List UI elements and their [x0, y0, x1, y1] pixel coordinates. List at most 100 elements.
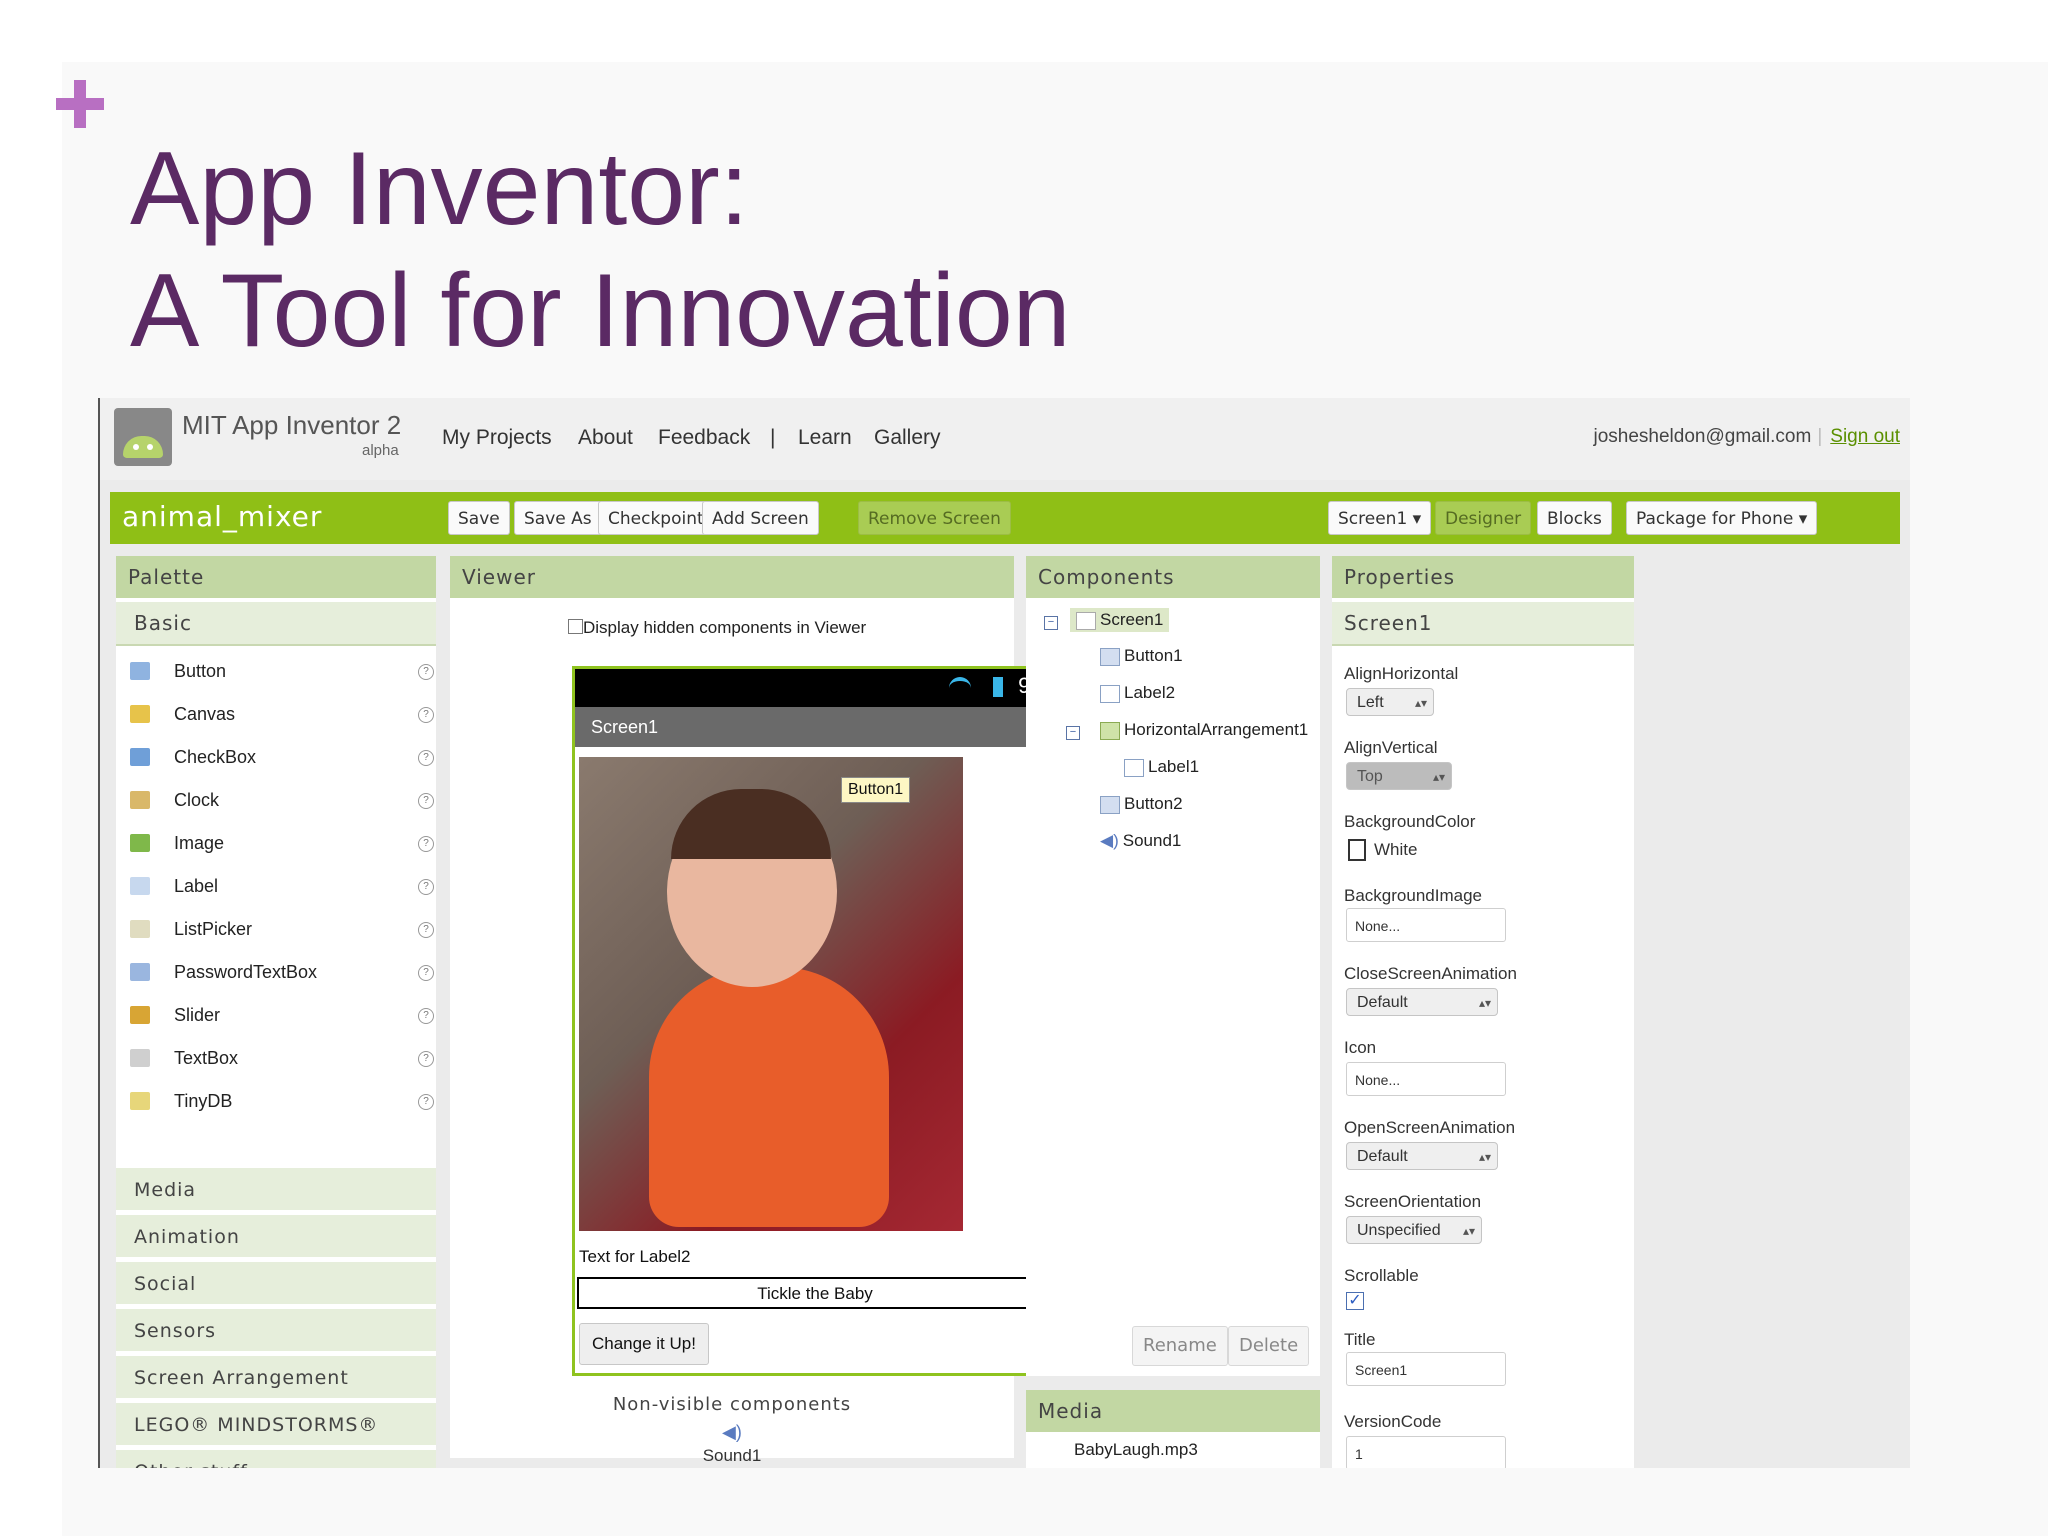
delete-button[interactable]: Delete: [1228, 1326, 1310, 1366]
slide-title: App Inventor: A Tool for Innovation: [130, 128, 1071, 372]
blocks-button[interactable]: Blocks: [1537, 501, 1612, 535]
palette-item-label: CheckBox: [174, 747, 257, 767]
display-hidden-row: Display hidden components in Viewer: [568, 618, 866, 638]
help-icon[interactable]: ?: [418, 965, 434, 981]
label-icon: [130, 877, 150, 895]
nav-gallery[interactable]: Gallery: [874, 426, 941, 450]
palette-item-slider[interactable]: Slider?: [130, 994, 434, 1036]
phone-screen-title: Screen1: [575, 707, 1073, 747]
version-code-field[interactable]: 1: [1346, 1436, 1506, 1468]
palette-item-listpicker[interactable]: ListPicker?: [130, 908, 434, 950]
designer-button[interactable]: Designer: [1435, 501, 1532, 535]
media-file-babylaugh[interactable]: BabyLaugh.mp3: [1074, 1440, 1198, 1460]
help-icon[interactable]: ?: [418, 1051, 434, 1067]
nav-my-projects[interactable]: My Projects: [442, 426, 552, 450]
background-color-value[interactable]: White: [1374, 840, 1417, 860]
scrollable-label: Scrollable: [1344, 1266, 1419, 1285]
help-icon[interactable]: ?: [418, 664, 434, 680]
palette-category-lego-mindstorms[interactable]: LEGO® MINDSTORMS®: [116, 1403, 436, 1447]
display-hidden-checkbox[interactable]: [568, 619, 583, 634]
palette-item-canvas[interactable]: Canvas?: [130, 693, 434, 735]
screen-orientation-select[interactable]: Unspecified ▴▾: [1346, 1216, 1482, 1244]
palette-item-image[interactable]: Image?: [130, 822, 434, 864]
background-color-swatch[interactable]: [1348, 839, 1366, 861]
label2-text[interactable]: Text for Label2: [579, 1247, 691, 1267]
screen-select-dropdown[interactable]: Screen1 ▾: [1328, 501, 1432, 535]
arrangement-icon: [1100, 721, 1120, 740]
tree-button1-label: Button1: [1124, 646, 1183, 665]
label-icon: [1124, 758, 1144, 777]
textbox-icon: [130, 1049, 150, 1067]
palette-header: Palette: [116, 556, 436, 598]
help-icon[interactable]: ?: [418, 1008, 434, 1024]
save-button[interactable]: Save: [448, 501, 510, 535]
nonvisible-sound1[interactable]: Sound1: [450, 1446, 1014, 1466]
palette-basic-header[interactable]: Basic: [116, 602, 436, 646]
nav-feedback[interactable]: Feedback: [658, 426, 750, 450]
properties-header: Properties: [1332, 556, 1634, 598]
help-icon[interactable]: ?: [418, 836, 434, 852]
tree-button2[interactable]: Button2: [1100, 794, 1183, 814]
help-icon[interactable]: ?: [418, 1094, 434, 1110]
open-animation-select[interactable]: Default ▴▾: [1346, 1142, 1498, 1170]
palette-category-screen-arrangement[interactable]: Screen Arrangement: [116, 1356, 436, 1400]
palette-item-passwordtextbox[interactable]: PasswordTextBox?: [130, 951, 434, 993]
close-animation-label: CloseScreenAnimation: [1344, 964, 1517, 983]
palette-category-animation[interactable]: Animation: [116, 1215, 436, 1259]
tree-sound1[interactable]: ◀) Sound1: [1100, 831, 1181, 851]
palette-category-other-stuff[interactable]: Other stuff: [116, 1450, 436, 1468]
remove-screen-button[interactable]: Remove Screen: [858, 501, 1011, 535]
add-screen-button[interactable]: Add Screen: [702, 501, 819, 535]
palette-item-label[interactable]: Label?: [130, 865, 434, 907]
top-bar: MIT App Inventor 2 alpha My Projects Abo…: [100, 398, 1910, 480]
tree-label1[interactable]: Label1: [1124, 757, 1199, 777]
palette-item-clock[interactable]: Clock?: [130, 779, 434, 821]
tree-screen1-label: Screen1: [1100, 610, 1164, 629]
tickle-baby-button[interactable]: Tickle the Baby: [577, 1277, 1053, 1309]
align-horizontal-select[interactable]: Left ▴▾: [1346, 688, 1434, 716]
collapse-arrangement-icon[interactable]: −: [1066, 726, 1080, 740]
icon-field[interactable]: None...: [1346, 1062, 1506, 1096]
rename-button[interactable]: Rename: [1132, 1326, 1228, 1366]
tree-horizontal-arrangement1[interactable]: HorizontalArrangement1: [1100, 720, 1308, 740]
help-icon[interactable]: ?: [418, 922, 434, 938]
palette-item-tinydb[interactable]: TinyDB?: [130, 1080, 434, 1122]
close-animation-select[interactable]: Default ▴▾: [1346, 988, 1498, 1016]
background-image-field[interactable]: None...: [1346, 908, 1506, 942]
checkpoint-button[interactable]: Checkpoint: [598, 501, 714, 535]
help-icon[interactable]: ?: [418, 793, 434, 809]
palette-item-textbox[interactable]: TextBox?: [130, 1037, 434, 1079]
palette-category-sensors[interactable]: Sensors: [116, 1309, 436, 1353]
palette-category-social[interactable]: Social: [116, 1262, 436, 1306]
save-as-button[interactable]: Save As: [514, 501, 602, 535]
sign-out-link[interactable]: Sign out: [1830, 426, 1900, 447]
scrollable-checkbox[interactable]: ✓: [1346, 1292, 1364, 1310]
nav-about[interactable]: About: [578, 426, 633, 450]
align-vertical-select[interactable]: Top ▴▾: [1346, 762, 1452, 790]
tree-button1[interactable]: Button1: [1100, 646, 1183, 666]
collapse-screen1-icon[interactable]: −: [1044, 616, 1058, 630]
palette-item-button[interactable]: Button?: [130, 650, 434, 692]
media-header: Media: [1026, 1390, 1320, 1432]
nav-separator: |: [770, 426, 776, 449]
listpicker-icon: [130, 920, 150, 938]
baby-body-shape: [649, 967, 889, 1227]
title-field[interactable]: Screen1: [1346, 1352, 1506, 1386]
select-arrows-icon: ▴▾: [1414, 696, 1427, 710]
tree-screen1[interactable]: Screen1: [1070, 608, 1170, 632]
nav-learn[interactable]: Learn: [798, 426, 852, 450]
palette-item-checkbox[interactable]: CheckBox?: [130, 736, 434, 778]
tree-label2[interactable]: Label2: [1100, 683, 1175, 703]
app-inventor-logo-icon[interactable]: [114, 408, 172, 466]
properties-screen-name: Screen1: [1332, 602, 1634, 646]
help-icon[interactable]: ?: [418, 750, 434, 766]
account-email: joshesheldon@gmail.com: [1593, 426, 1812, 447]
package-for-phone-dropdown[interactable]: Package for Phone ▾: [1626, 501, 1818, 535]
help-icon[interactable]: ?: [418, 879, 434, 895]
slider-icon: [130, 1006, 150, 1024]
button1-baby-image[interactable]: Button1: [579, 757, 963, 1231]
battery-icon: [993, 677, 1003, 697]
palette-category-media[interactable]: Media: [116, 1168, 436, 1212]
change-it-up-button[interactable]: Change it Up!: [579, 1323, 709, 1365]
help-icon[interactable]: ?: [418, 707, 434, 723]
